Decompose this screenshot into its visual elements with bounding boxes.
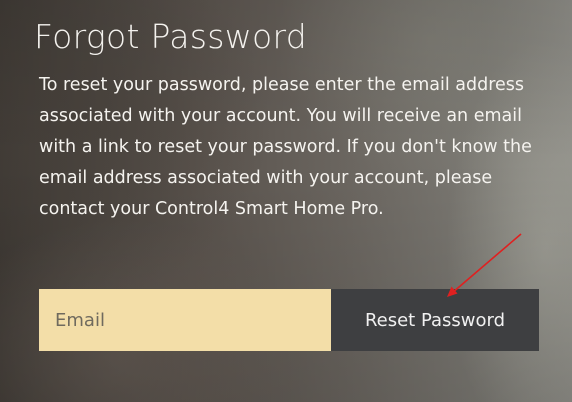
page-background: Forgot Password To reset your password, …: [0, 0, 572, 402]
instructions-text: To reset your password, please enter the…: [39, 75, 532, 219]
page-title: Forgot Password: [34, 17, 308, 56]
email-input[interactable]: [39, 289, 331, 351]
reset-form: Reset Password: [39, 289, 539, 351]
reset-password-button[interactable]: Reset Password: [331, 289, 539, 351]
